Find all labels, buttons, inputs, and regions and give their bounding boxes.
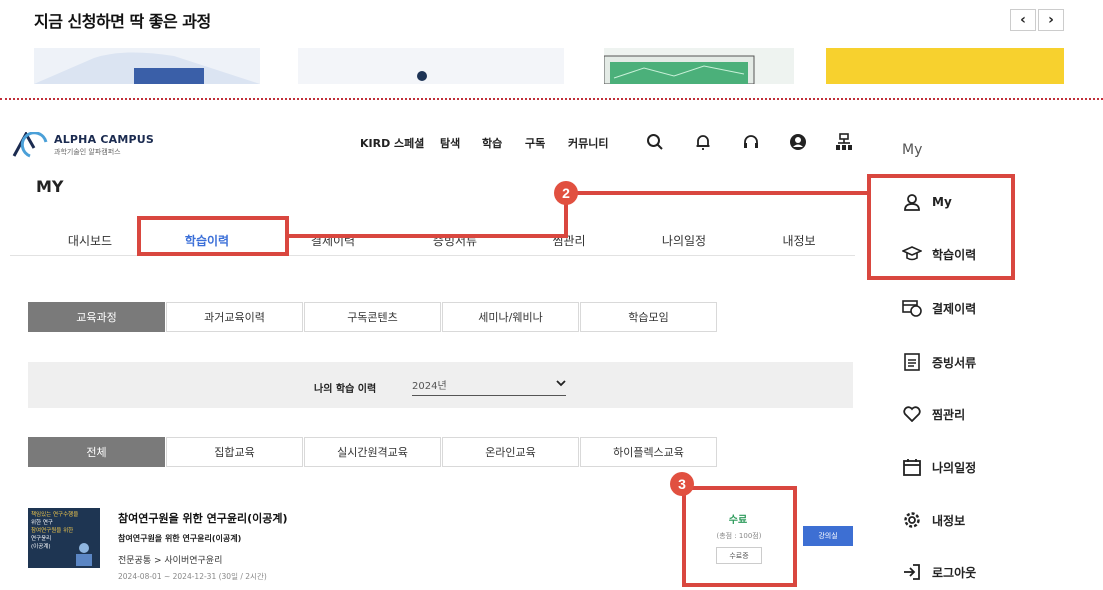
step-badge-3: 3 — [670, 472, 694, 496]
step-badge-2: 2 — [554, 181, 578, 205]
annotation-connector — [289, 191, 867, 238]
